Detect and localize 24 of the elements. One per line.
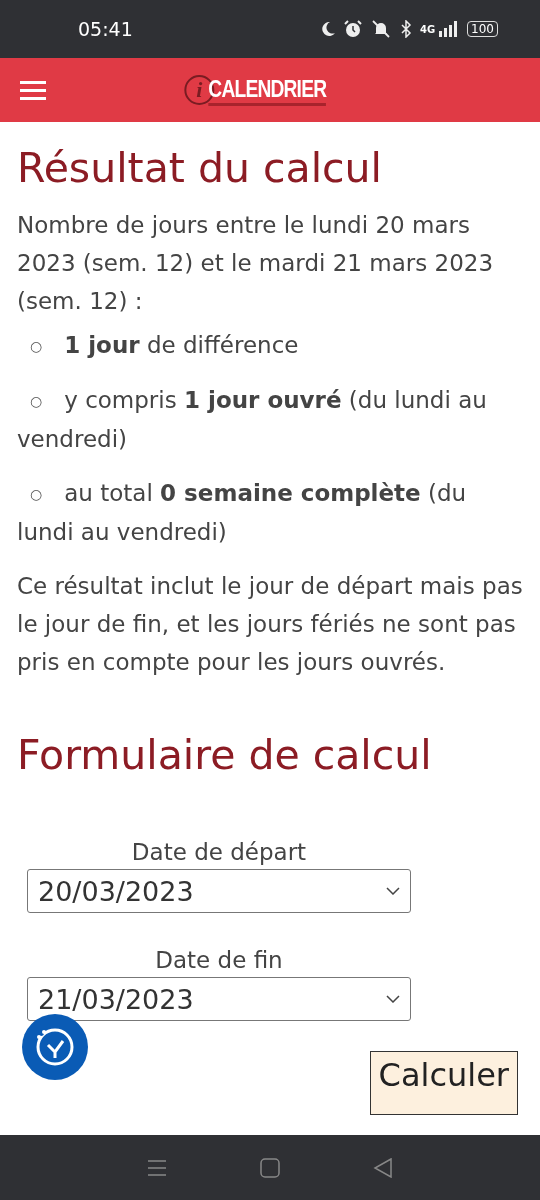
date-select[interactable]: 20/03/2023 <box>27 869 411 913</box>
alarm-clock-icon <box>343 20 362 38</box>
menu-icon[interactable] <box>20 80 46 100</box>
menu-icon[interactable] <box>146 1158 167 1177</box>
date-select[interactable]: 21/03/2023 <box>27 977 411 1021</box>
back-icon[interactable] <box>373 1157 394 1178</box>
bell-muted-icon <box>369 20 392 38</box>
field-label: Date de départ <box>131 838 307 867</box>
chevron-down-icon <box>386 887 400 895</box>
section-title: Formulaire de calcul <box>17 731 433 779</box>
network-type: 4G <box>419 23 436 35</box>
home-icon[interactable] <box>260 1157 280 1178</box>
field-label: Date de fin <box>155 946 283 975</box>
signal-icon <box>439 21 460 37</box>
logo-text: CALENDRIER <box>208 74 327 106</box>
bluetooth-icon <box>399 20 412 38</box>
section-title: Résultat du calcul <box>17 144 383 192</box>
clock-time: 05:41 <box>78 18 134 40</box>
note-paragraph: Ce résultat inclut le jour de départ mais pas le jour de fin, et les jours fériés ne sont pas pris en compte pour les jours ouvrés. <box>17 572 523 677</box>
intro-paragraph: Nombre de jours entre le lundi 20 mars 2023 (sem. 12) et le mardi 21 mars 2023 (sem. 12) : <box>17 211 495 316</box>
moon-icon <box>319 21 336 37</box>
chevron-down-icon <box>386 995 400 1003</box>
battery-level: 100 <box>467 21 498 37</box>
calculate-button[interactable]: Calculer <box>369 1051 518 1115</box>
